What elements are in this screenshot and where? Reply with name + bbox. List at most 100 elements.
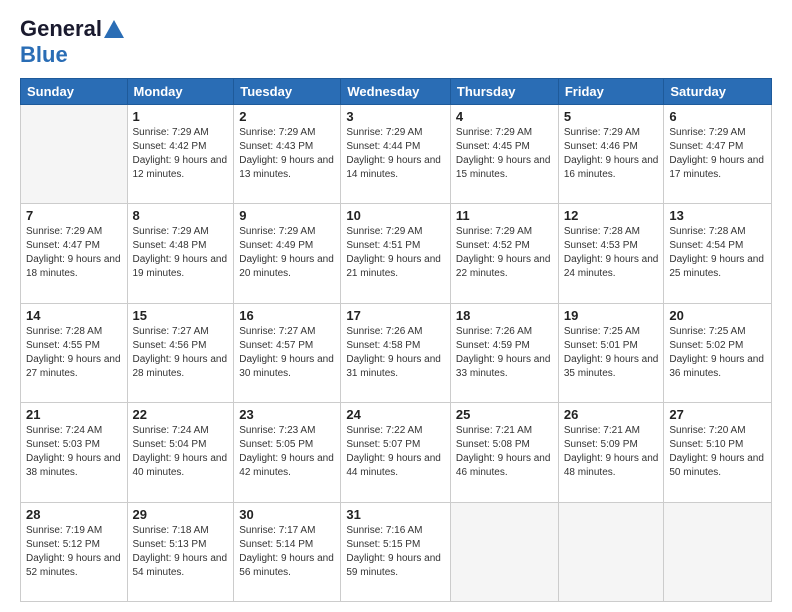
day-info: Sunrise: 7:28 AMSunset: 4:54 PMDaylight:… [669, 225, 766, 281]
day-number: 8 [133, 208, 229, 223]
day-info: Sunrise: 7:29 AMSunset: 4:51 PMDaylight:… [346, 225, 445, 281]
day-cell: 30Sunrise: 7:17 AMSunset: 5:14 PMDayligh… [234, 502, 341, 601]
day-cell [450, 502, 558, 601]
day-number: 30 [239, 507, 335, 522]
week-row-0: 1 Sunrise: 7:29 AMSunset: 4:42 PMDaylight… [21, 105, 772, 204]
day-number: 24 [346, 407, 445, 422]
weekday-friday: Friday [558, 79, 664, 105]
day-cell: 7Sunrise: 7:29 AMSunset: 4:47 PMDaylight… [21, 204, 128, 303]
logo-icon [104, 20, 124, 38]
day-info: Sunrise: 7:29 AMSunset: 4:49 PMDaylight:… [239, 225, 335, 281]
day-number: 6 [669, 109, 766, 124]
day-info: Sunrise: 7:25 AMSunset: 5:02 PMDaylight:… [669, 325, 766, 381]
day-cell: 19 Sunrise: 7:25 AMSunset: 5:01 PMDayligh… [558, 303, 664, 402]
week-row-4: 28 Sunrise: 7:19 AMSunset: 5:12 PMDayligh… [21, 502, 772, 601]
day-cell: 3Sunrise: 7:29 AMSunset: 4:44 PMDaylight… [341, 105, 451, 204]
day-cell: 11 Sunrise: 7:29 AMSunset: 4:52 PMDayligh… [450, 204, 558, 303]
day-cell [664, 502, 772, 601]
day-info: Sunrise: 7:28 AMSunset: 4:55 PMDaylight:… [26, 325, 122, 381]
calendar-body: 1 Sunrise: 7:29 AMSunset: 4:42 PMDaylight… [21, 105, 772, 602]
day-cell: 22Sunrise: 7:24 AMSunset: 5:04 PMDayligh… [127, 403, 234, 502]
day-info: Sunrise: 7:29 AMSunset: 4:52 PMDaylight:… [456, 225, 553, 281]
day-cell [21, 105, 128, 204]
day-cell: 8 Sunrise: 7:29 AMSunset: 4:48 PMDaylight… [127, 204, 234, 303]
weekday-monday: Monday [127, 79, 234, 105]
day-number: 9 [239, 208, 335, 223]
day-cell: 25 Sunrise: 7:21 AMSunset: 5:08 PMDayligh… [450, 403, 558, 502]
day-info: Sunrise: 7:22 AMSunset: 5:07 PMDaylight:… [346, 424, 445, 480]
day-number: 5 [564, 109, 659, 124]
calendar-table: SundayMondayTuesdayWednesdayThursdayFrid… [20, 78, 772, 602]
day-cell: 5 Sunrise: 7:29 AMSunset: 4:46 PMDaylight… [558, 105, 664, 204]
day-cell: 1 Sunrise: 7:29 AMSunset: 4:42 PMDaylight… [127, 105, 234, 204]
day-number: 21 [26, 407, 122, 422]
week-row-1: 7Sunrise: 7:29 AMSunset: 4:47 PMDaylight… [21, 204, 772, 303]
day-cell: 16 Sunrise: 7:27 AMSunset: 4:57 PMDayligh… [234, 303, 341, 402]
day-info: Sunrise: 7:16 AMSunset: 5:15 PMDaylight:… [346, 524, 445, 580]
day-info: Sunrise: 7:29 AMSunset: 4:45 PMDaylight:… [456, 126, 553, 182]
weekday-tuesday: Tuesday [234, 79, 341, 105]
day-cell: 23 Sunrise: 7:23 AMSunset: 5:05 PMDayligh… [234, 403, 341, 502]
day-cell: 12 Sunrise: 7:28 AMSunset: 4:53 PMDayligh… [558, 204, 664, 303]
day-info: Sunrise: 7:26 AMSunset: 4:58 PMDaylight:… [346, 325, 445, 381]
day-number: 15 [133, 308, 229, 323]
day-info: Sunrise: 7:21 AMSunset: 5:08 PMDaylight:… [456, 424, 553, 480]
day-info: Sunrise: 7:29 AMSunset: 4:46 PMDaylight:… [564, 126, 659, 182]
day-cell: 10 Sunrise: 7:29 AMSunset: 4:51 PMDayligh… [341, 204, 451, 303]
day-cell: 6 Sunrise: 7:29 AMSunset: 4:47 PMDaylight… [664, 105, 772, 204]
day-number: 19 [564, 308, 659, 323]
day-number: 31 [346, 507, 445, 522]
day-number: 10 [346, 208, 445, 223]
day-cell: 13 Sunrise: 7:28 AMSunset: 4:54 PMDayligh… [664, 204, 772, 303]
weekday-wednesday: Wednesday [341, 79, 451, 105]
day-cell: 28 Sunrise: 7:19 AMSunset: 5:12 PMDayligh… [21, 502, 128, 601]
day-cell: 29Sunrise: 7:18 AMSunset: 5:13 PMDayligh… [127, 502, 234, 601]
day-info: Sunrise: 7:20 AMSunset: 5:10 PMDaylight:… [669, 424, 766, 480]
day-number: 26 [564, 407, 659, 422]
day-cell: 24 Sunrise: 7:22 AMSunset: 5:07 PMDayligh… [341, 403, 451, 502]
day-cell: 4Sunrise: 7:29 AMSunset: 4:45 PMDaylight… [450, 105, 558, 204]
day-number: 12 [564, 208, 659, 223]
day-info: Sunrise: 7:29 AMSunset: 4:44 PMDaylight:… [346, 126, 445, 182]
day-number: 17 [346, 308, 445, 323]
day-number: 13 [669, 208, 766, 223]
day-info: Sunrise: 7:25 AMSunset: 5:01 PMDaylight:… [564, 325, 659, 381]
day-info: Sunrise: 7:29 AMSunset: 4:48 PMDaylight:… [133, 225, 229, 281]
day-number: 2 [239, 109, 335, 124]
day-info: Sunrise: 7:21 AMSunset: 5:09 PMDaylight:… [564, 424, 659, 480]
day-cell: 15 Sunrise: 7:27 AMSunset: 4:56 PMDayligh… [127, 303, 234, 402]
logo-blue: Blue [20, 42, 68, 67]
day-number: 23 [239, 407, 335, 422]
day-number: 28 [26, 507, 122, 522]
day-cell: 27 Sunrise: 7:20 AMSunset: 5:10 PMDayligh… [664, 403, 772, 502]
day-number: 29 [133, 507, 229, 522]
day-info: Sunrise: 7:27 AMSunset: 4:56 PMDaylight:… [133, 325, 229, 381]
day-cell: 18Sunrise: 7:26 AMSunset: 4:59 PMDayligh… [450, 303, 558, 402]
day-number: 14 [26, 308, 122, 323]
day-number: 20 [669, 308, 766, 323]
day-cell: 2Sunrise: 7:29 AMSunset: 4:43 PMDaylight… [234, 105, 341, 204]
day-info: Sunrise: 7:29 AMSunset: 4:42 PMDaylight:… [133, 126, 229, 182]
day-cell: 20 Sunrise: 7:25 AMSunset: 5:02 PMDayligh… [664, 303, 772, 402]
day-number: 18 [456, 308, 553, 323]
week-row-2: 14 Sunrise: 7:28 AMSunset: 4:55 PMDayligh… [21, 303, 772, 402]
day-number: 16 [239, 308, 335, 323]
day-cell: 26 Sunrise: 7:21 AMSunset: 5:09 PMDayligh… [558, 403, 664, 502]
day-info: Sunrise: 7:24 AMSunset: 5:04 PMDaylight:… [133, 424, 229, 480]
day-cell: 9 Sunrise: 7:29 AMSunset: 4:49 PMDaylight… [234, 204, 341, 303]
day-cell [558, 502, 664, 601]
day-number: 11 [456, 208, 553, 223]
day-number: 1 [133, 109, 229, 124]
day-number: 25 [456, 407, 553, 422]
day-cell: 31 Sunrise: 7:16 AMSunset: 5:15 PMDayligh… [341, 502, 451, 601]
day-info: Sunrise: 7:29 AMSunset: 4:47 PMDaylight:… [669, 126, 766, 182]
logo-general: General [20, 16, 102, 42]
day-number: 27 [669, 407, 766, 422]
page: General Blue SundayMondayTuesdayWednesda… [0, 0, 792, 612]
day-info: Sunrise: 7:28 AMSunset: 4:53 PMDaylight:… [564, 225, 659, 281]
logo: General Blue [20, 16, 124, 68]
day-cell: 14 Sunrise: 7:28 AMSunset: 4:55 PMDayligh… [21, 303, 128, 402]
day-info: Sunrise: 7:19 AMSunset: 5:12 PMDaylight:… [26, 524, 122, 580]
day-info: Sunrise: 7:23 AMSunset: 5:05 PMDaylight:… [239, 424, 335, 480]
day-info: Sunrise: 7:27 AMSunset: 4:57 PMDaylight:… [239, 325, 335, 381]
